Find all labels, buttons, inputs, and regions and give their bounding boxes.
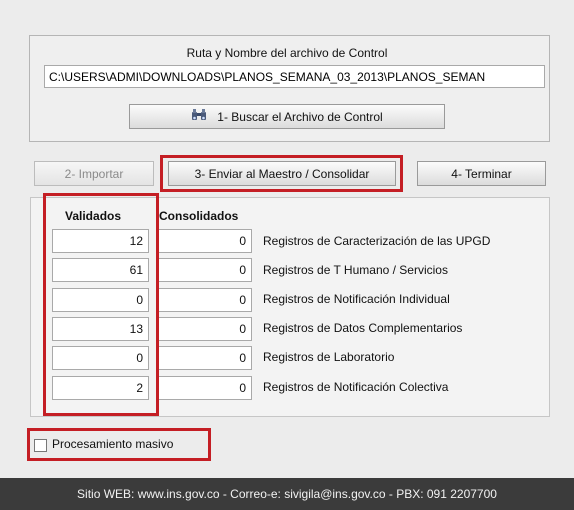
control-file-label: Ruta y Nombre del archivo de Control — [186, 46, 388, 60]
consolidated-count-field: 0 — [158, 258, 252, 282]
validated-count-field: 2 — [52, 376, 149, 400]
consolidated-count-field: 0 — [158, 288, 252, 312]
mass-processing-label[interactable]: Procesamiento masivo — [52, 437, 173, 451]
validated-count-field: 12 — [52, 229, 149, 253]
record-type-label: Registros de Caracterización de las UPGD — [263, 234, 491, 248]
search-control-file-label: 1- Buscar el Archivo de Control — [217, 109, 383, 124]
consolidated-count-field: 0 — [158, 376, 252, 400]
finish-button[interactable]: 4- Terminar — [417, 161, 546, 186]
validated-header: Validados — [65, 209, 122, 223]
consolidated-count-field: 0 — [158, 346, 252, 370]
validated-count-field: 0 — [52, 288, 149, 312]
import-button[interactable]: 2- Importar — [34, 161, 154, 186]
validated-count-field: 0 — [52, 346, 149, 370]
mass-processing-checkbox[interactable] — [34, 439, 47, 452]
record-type-label: Registros de Notificación Individual — [263, 292, 450, 306]
record-type-label: Registros de Laboratorio — [263, 350, 395, 364]
search-control-file-button[interactable]: 1- Buscar el Archivo de Control — [129, 104, 445, 129]
binoculars-icon — [191, 108, 207, 125]
consolidated-count-field: 0 — [158, 229, 252, 253]
record-type-label: Registros de Notificación Colectiva — [263, 380, 449, 394]
record-type-label: Registros de Datos Complementarios — [263, 321, 463, 335]
validated-count-field: 13 — [52, 317, 149, 341]
control-file-path-field[interactable] — [44, 65, 545, 88]
validated-count-field: 61 — [52, 258, 149, 282]
footer-contact-bar: Sitio WEB: www.ins.gov.co - Correo-e: si… — [0, 478, 574, 510]
consolidated-count-field: 0 — [158, 317, 252, 341]
send-to-master-button[interactable]: 3- Enviar al Maestro / Consolidar — [168, 161, 396, 186]
record-type-label: Registros de T Humano / Servicios — [263, 263, 448, 277]
consolidated-header: Consolidados — [159, 209, 239, 223]
footer-contact-text: Sitio WEB: www.ins.gov.co - Correo-e: si… — [77, 487, 497, 501]
